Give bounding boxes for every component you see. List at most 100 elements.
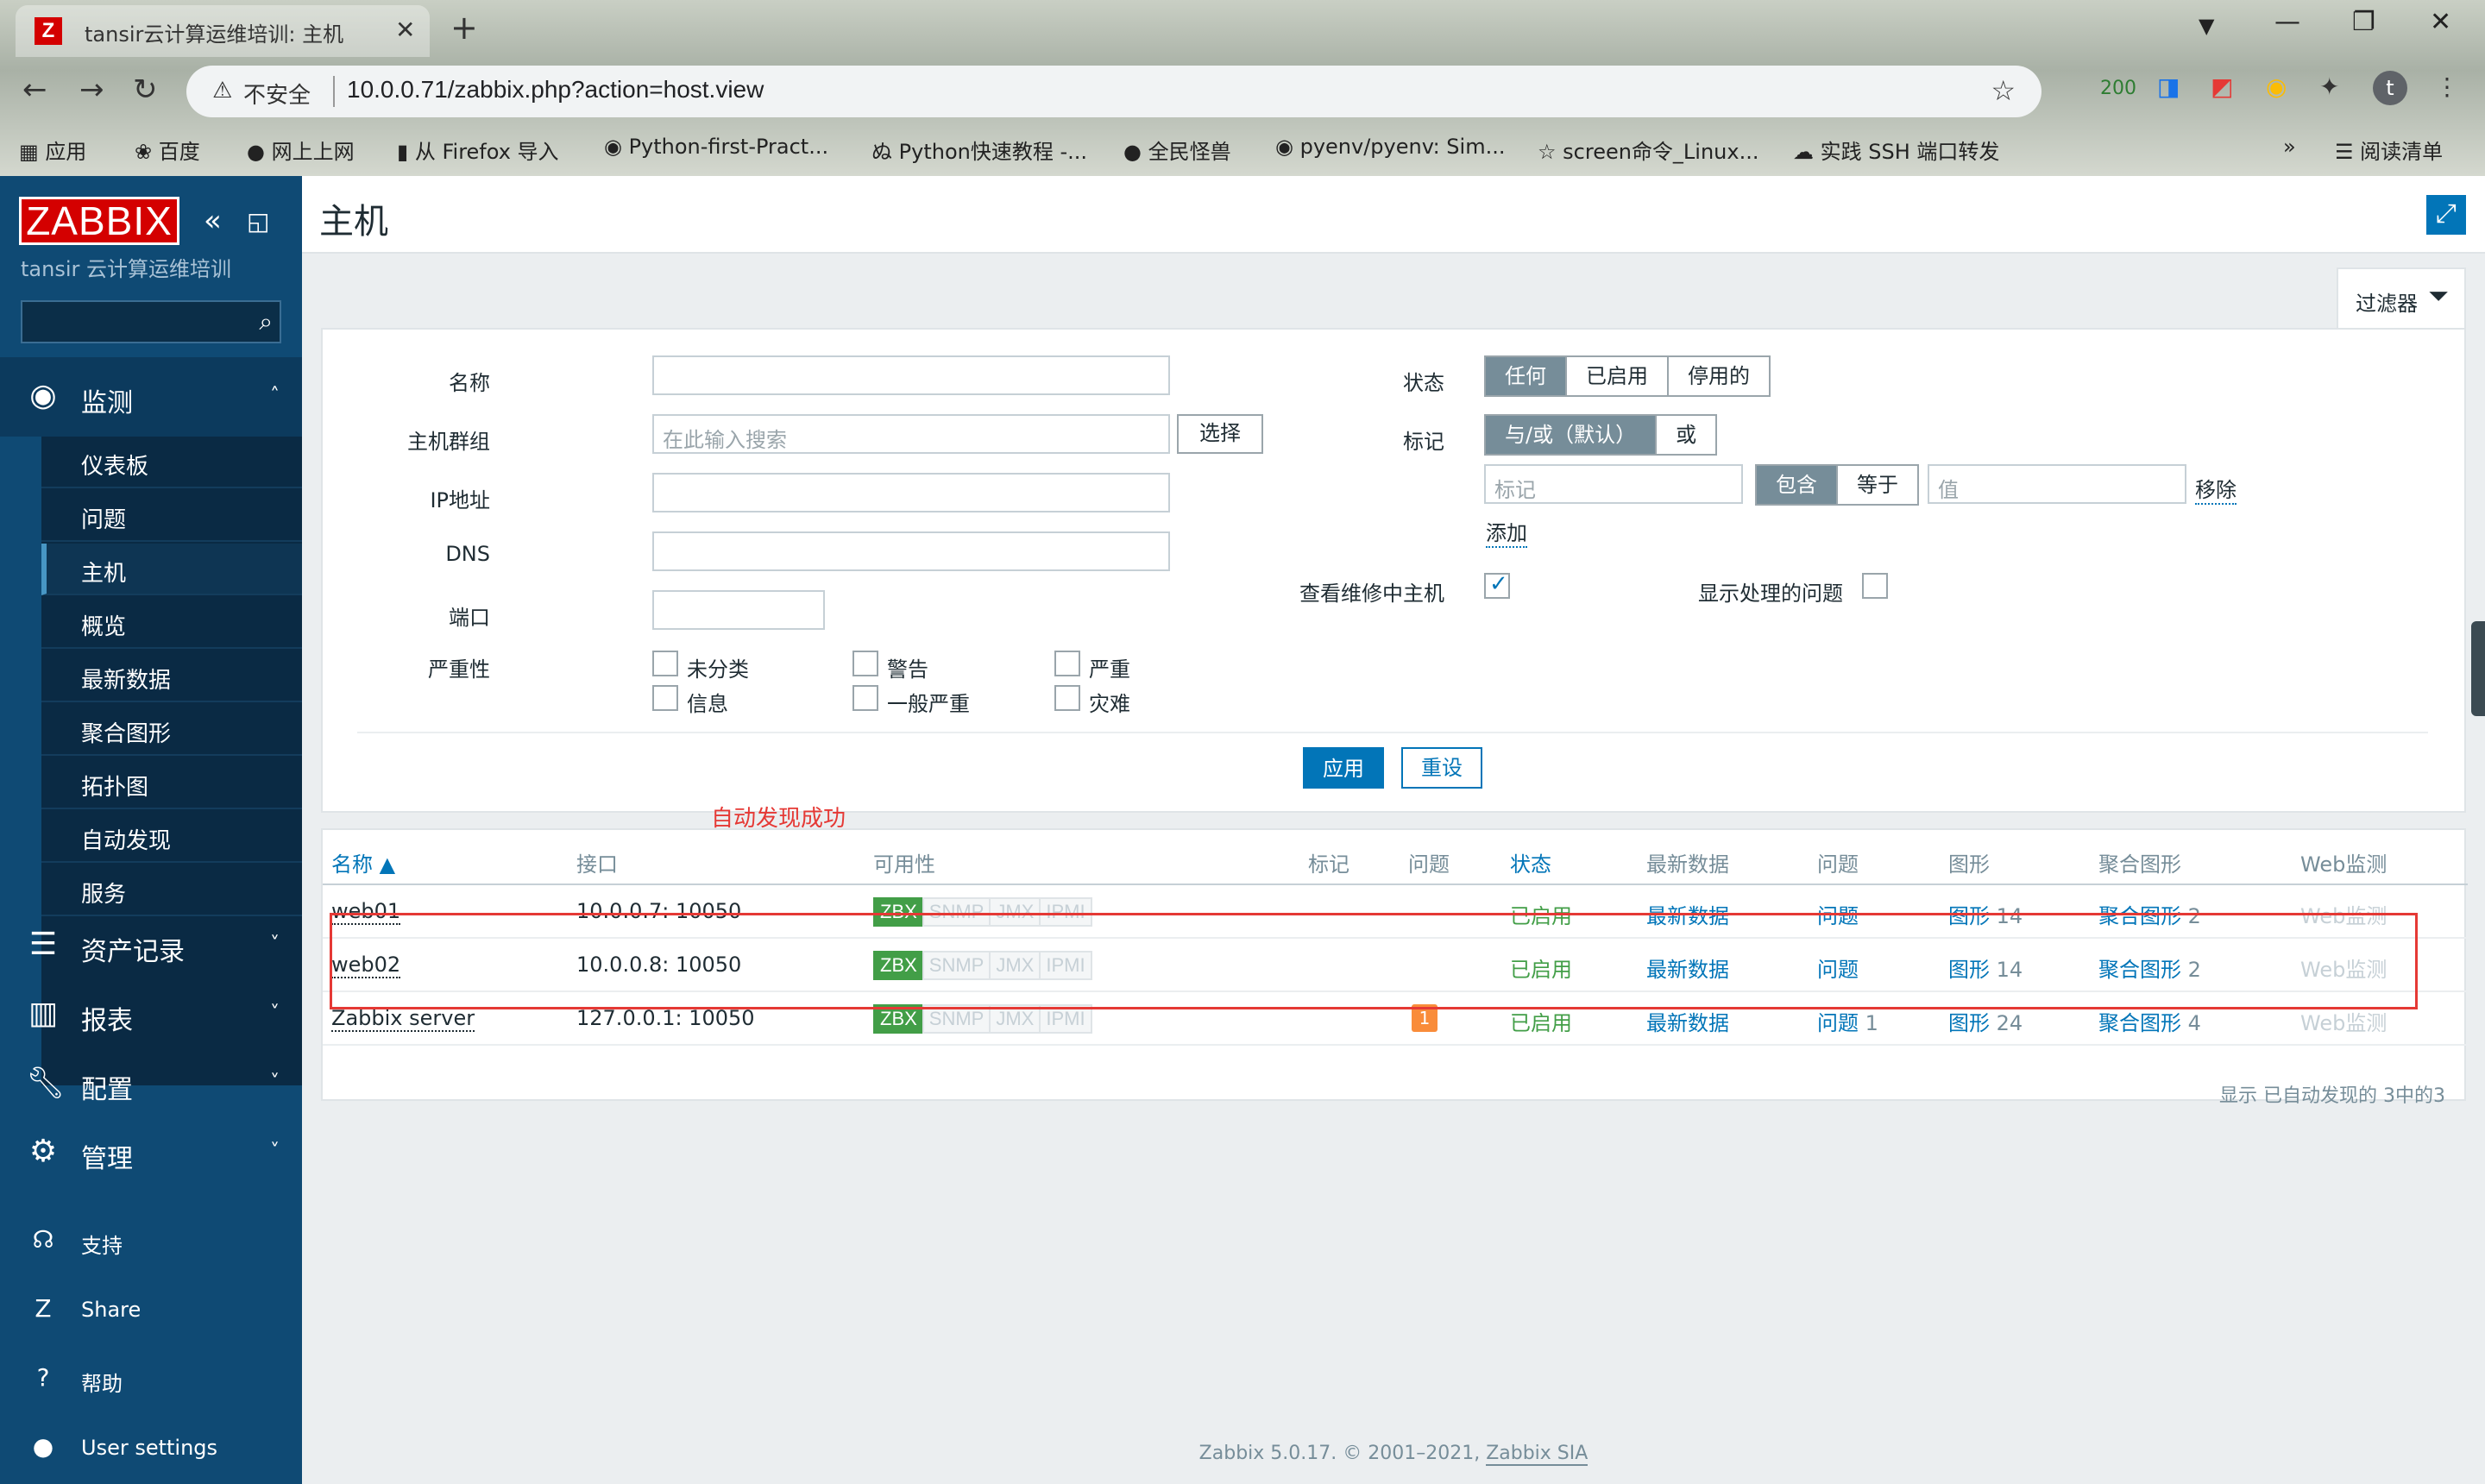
- bookmark-pyenv[interactable]: ◉ pyenv/pyenv: Sim...: [1275, 135, 1505, 159]
- extension-icon[interactable]: ◩: [2211, 72, 2233, 101]
- search-icon[interactable]: ⌕: [259, 307, 273, 336]
- maintenance-label: 查看维修中主机: [1299, 582, 1444, 606]
- graphs-link[interactable]: 图形: [1948, 1011, 1990, 1035]
- scrollbar-handle[interactable]: [2471, 621, 2485, 716]
- screens-link[interactable]: 聚合图形: [2098, 1011, 2181, 1035]
- menu-reports[interactable]: ▥ 报表 ˅: [0, 980, 302, 1049]
- port-input[interactable]: [652, 590, 825, 630]
- status-any[interactable]: 任何: [1486, 357, 1567, 395]
- sidebar-item-screens[interactable]: 聚合图形: [41, 704, 302, 756]
- reload-icon[interactable]: ↻: [133, 72, 158, 107]
- extension-badge[interactable]: 200: [2100, 78, 2136, 99]
- severity-checkbox-average[interactable]: [852, 685, 878, 711]
- sidebar-user-settings[interactable]: ● User settings: [0, 1418, 302, 1481]
- filter-tab[interactable]: 过滤器 ⏷: [2337, 267, 2466, 330]
- bookmark-star-icon[interactable]: ☆: [1991, 74, 2016, 107]
- sidebar-item-maps[interactable]: 拓扑图: [41, 758, 302, 809]
- tag-mode-or[interactable]: 或: [1657, 416, 1715, 454]
- bookmark-baidu[interactable]: ❀ 百度: [135, 135, 200, 165]
- menu-monitoring[interactable]: ◉ 监测 ˄: [0, 357, 302, 437]
- close-window-icon[interactable]: ✕: [2430, 7, 2451, 37]
- severity-checkbox-warning[interactable]: [852, 651, 878, 676]
- new-tab-button[interactable]: +: [450, 9, 478, 47]
- bookmark-monsters[interactable]: ● 全民怪兽: [1123, 135, 1231, 165]
- menu-inventory[interactable]: ☰ 资产记录 ˅: [0, 911, 302, 980]
- apply-button[interactable]: 应用: [1303, 747, 1384, 789]
- latest-data-link[interactable]: 最新数据: [1646, 1006, 1729, 1036]
- sidebar-item-dashboard[interactable]: 仪表板: [41, 437, 302, 488]
- restore-icon[interactable]: ❐: [2352, 7, 2375, 37]
- tag-value-input[interactable]: 值: [1928, 464, 2186, 504]
- sidebar-item-problems[interactable]: 问题: [41, 490, 302, 542]
- menu-configuration[interactable]: 🔧︎ 配置 ˅: [0, 1049, 302, 1118]
- menu-kebab-icon[interactable]: ⋮: [2435, 72, 2459, 101]
- bookmark-ssh[interactable]: ☁ 实践 SSH 端口转发: [1793, 135, 1999, 165]
- sidebar-item-hosts[interactable]: 主机: [41, 544, 302, 595]
- remove-tag-link[interactable]: 移除: [2195, 473, 2236, 505]
- bookmark-apps[interactable]: ▦ 应用: [19, 135, 86, 165]
- sidebar-item-latest-data[interactable]: 最新数据: [41, 651, 302, 702]
- more-bookmarks[interactable]: »: [2283, 135, 2296, 159]
- tag-mode-and-or[interactable]: 与/或（默认）: [1486, 416, 1658, 454]
- ip-label: IP地址: [430, 488, 490, 512]
- url-bar[interactable]: ⚠ 不安全 10.0.0.71/zabbix.php?action=host.v…: [186, 66, 2041, 117]
- sidebar-share[interactable]: Z Share: [0, 1280, 302, 1343]
- select-button[interactable]: 选择: [1177, 414, 1263, 454]
- col-status[interactable]: 状态: [1510, 847, 1551, 877]
- suppressed-checkbox[interactable]: [1862, 573, 1888, 599]
- sidebar-item-services[interactable]: 服务: [41, 865, 302, 916]
- extension-color-icon[interactable]: ◉: [2266, 72, 2287, 101]
- sidebar-help[interactable]: ? 帮助: [0, 1349, 302, 1412]
- url-text[interactable]: 10.0.0.71/zabbix.php?action=host.view: [347, 76, 764, 104]
- status-enabled[interactable]: 已启用: [1567, 357, 1669, 395]
- col-name[interactable]: 名称 ▲: [331, 847, 395, 877]
- host-name-link[interactable]: Zabbix server: [331, 1006, 475, 1032]
- severity-checkbox-disaster[interactable]: [1054, 685, 1080, 711]
- minimize-icon[interactable]: —: [2274, 7, 2300, 37]
- bookmark-python-tutorial[interactable]: ぬ Python快速教程 -...: [871, 135, 1087, 165]
- menu-administration[interactable]: ⚙ 管理 ˅: [0, 1118, 302, 1187]
- sidebar-item-discovery[interactable]: 自动发现: [41, 811, 302, 863]
- browser-tab[interactable]: Z tansir云计算运维培训: 主机 ✕: [16, 5, 430, 57]
- collapse-sidebar-icon[interactable]: «: [204, 204, 222, 238]
- severity-checkbox-high[interactable]: [1054, 651, 1080, 676]
- close-tab-icon[interactable]: ✕: [395, 16, 415, 44]
- bookmark-screen[interactable]: ☆ screen命令_Linux...: [1538, 135, 1759, 165]
- fullscreen-icon[interactable]: ⤢: [2426, 195, 2466, 235]
- translate-icon[interactable]: ◨: [2157, 72, 2180, 101]
- back-icon[interactable]: ←: [22, 72, 47, 107]
- avatar[interactable]: t: [2373, 71, 2407, 105]
- sidebar-support[interactable]: ☊ 支持: [0, 1211, 302, 1273]
- chevron-down-icon: ˅: [270, 1141, 280, 1162]
- bookmark-firefox-folder[interactable]: ▮ 从 Firefox 导入: [397, 135, 559, 165]
- maintenance-checkbox[interactable]: [1484, 571, 1510, 599]
- status-disabled[interactable]: 停用的: [1669, 357, 1769, 395]
- sidebar-item-overview[interactable]: 概览: [41, 597, 302, 649]
- dns-input[interactable]: [652, 531, 1170, 571]
- profile-dropdown-icon[interactable]: ▼: [2199, 14, 2214, 38]
- severity-checkbox-not-classified[interactable]: [652, 651, 678, 676]
- sidebar-search-input[interactable]: ⌕: [21, 300, 281, 343]
- problems-link[interactable]: 问题: [1817, 1011, 1859, 1035]
- footer-zabbix-link[interactable]: Zabbix SIA: [1486, 1443, 1589, 1466]
- zabbix-logo[interactable]: ZABBIX: [19, 197, 179, 245]
- host-status[interactable]: 已启用: [1510, 1006, 1572, 1036]
- hostgroup-input[interactable]: 在此输入搜索: [652, 414, 1170, 454]
- bookmark-surf[interactable]: ● 网上上网: [247, 135, 355, 165]
- tag-input[interactable]: 标记: [1484, 464, 1743, 504]
- bookmark-python-first[interactable]: ◉ Python-first-Pract...: [604, 135, 828, 159]
- wrench-icon: 🔧︎: [26, 1066, 66, 1101]
- menu-monitoring-header[interactable]: ◉ 监测 ˄: [0, 362, 302, 431]
- tag-op-contains[interactable]: 包含: [1757, 466, 1838, 504]
- ip-input[interactable]: [652, 473, 1170, 512]
- sidebar: ZABBIX « ◱ tansir 云计算运维培训 ⌕ ◉ 监测 ˄ 仪表板 问…: [0, 176, 302, 1484]
- hide-sidebar-icon[interactable]: ◱: [247, 207, 269, 236]
- add-tag-link[interactable]: 添加: [1486, 516, 1527, 548]
- reset-button[interactable]: 重设: [1401, 747, 1482, 789]
- tag-op-equals[interactable]: 等于: [1838, 466, 1917, 504]
- forward-icon[interactable]: →: [79, 72, 104, 107]
- name-input[interactable]: [652, 355, 1170, 395]
- severity-checkbox-information[interactable]: [652, 685, 678, 711]
- puzzle-icon[interactable]: ✦: [2319, 72, 2339, 101]
- reading-list[interactable]: ☰ 阅读清单: [2335, 135, 2443, 165]
